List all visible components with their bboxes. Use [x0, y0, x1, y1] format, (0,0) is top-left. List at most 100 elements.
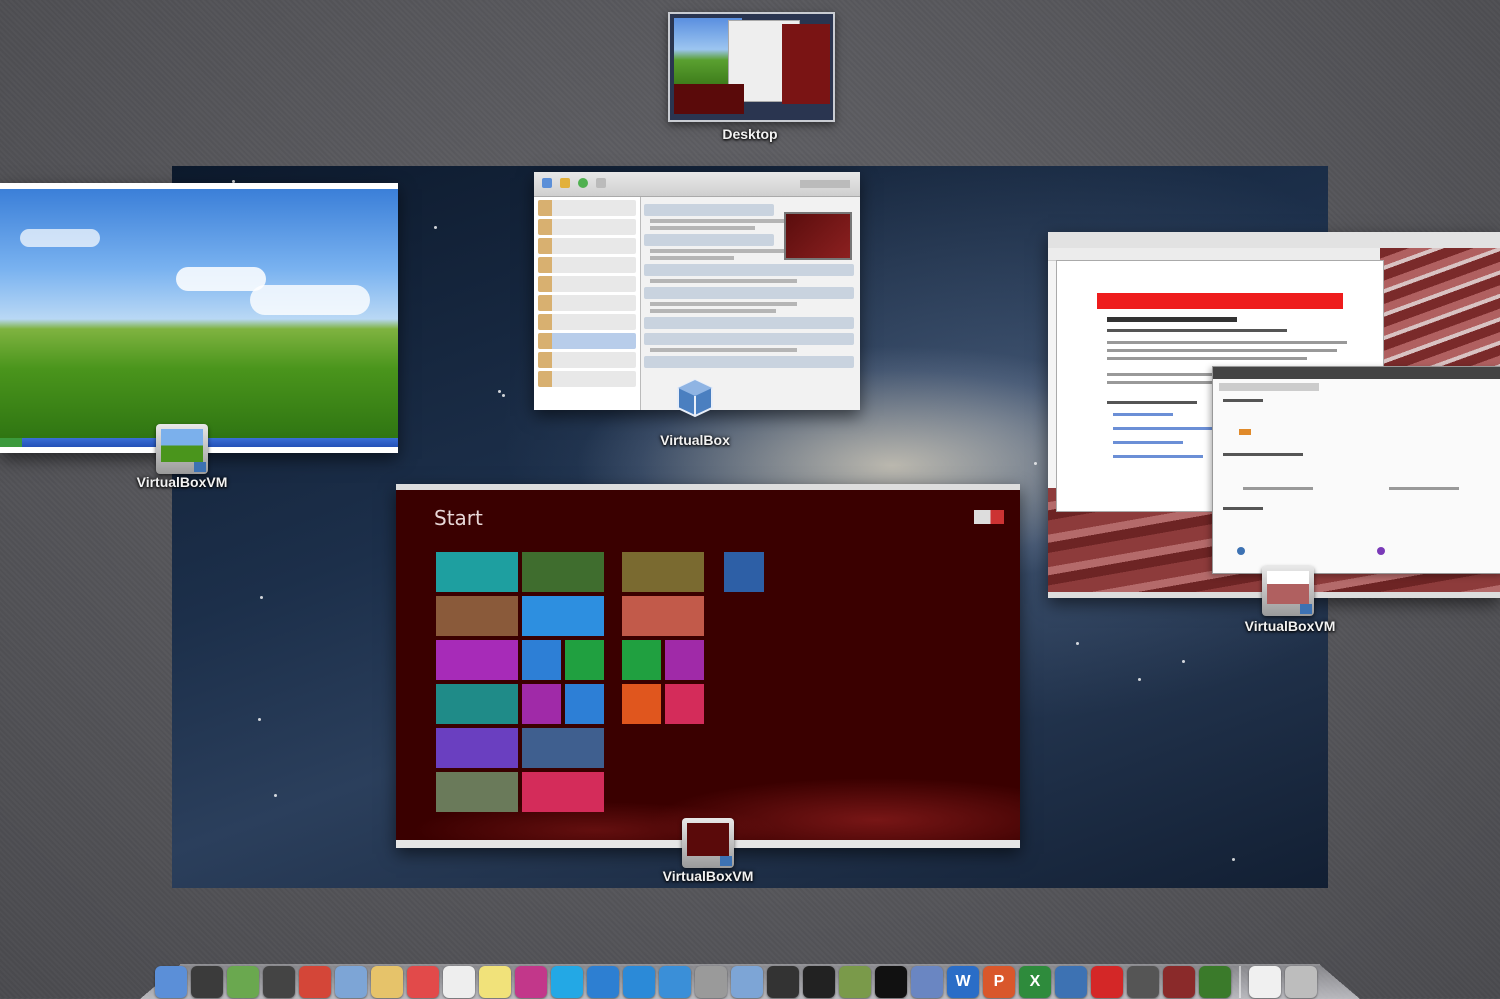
- cloud: [250, 285, 370, 315]
- vm-list-item[interactable]: [538, 200, 636, 216]
- ie-tile[interactable]: [522, 640, 561, 680]
- details-toggle[interactable]: [800, 180, 850, 188]
- messaging-tile[interactable]: [436, 640, 518, 680]
- console-icon[interactable]: [803, 966, 835, 998]
- system-info-icon[interactable]: [731, 966, 763, 998]
- news-tile[interactable]: [522, 772, 604, 812]
- oracle-icon[interactable]: [1091, 966, 1123, 998]
- photos-tile[interactable]: [522, 684, 561, 724]
- textedit-icon[interactable]: [443, 966, 475, 998]
- vm-list-item[interactable]: [538, 371, 636, 387]
- preview-icon[interactable]: [335, 966, 367, 998]
- radio-option[interactable]: [1237, 547, 1245, 555]
- sports-tile[interactable]: [522, 728, 604, 768]
- activity-monitor-icon[interactable]: [767, 966, 799, 998]
- skydrive-tile[interactable]: [565, 684, 604, 724]
- stickies-icon[interactable]: [479, 966, 511, 998]
- w8-user-avatar[interactable]: [974, 510, 1004, 524]
- games-tile[interactable]: [622, 640, 661, 680]
- vm-thumb-icon-3[interactable]: [1199, 966, 1231, 998]
- food-tile[interactable]: [622, 596, 704, 636]
- notes-icon[interactable]: [371, 966, 403, 998]
- calendar-icon[interactable]: [407, 966, 439, 998]
- video-tile[interactable]: [665, 684, 704, 724]
- xp-vm-window[interactable]: [0, 183, 398, 453]
- vm-list-item[interactable]: [538, 219, 636, 235]
- star: [260, 596, 263, 599]
- vm-list-item-selected[interactable]: [538, 333, 636, 349]
- star: [502, 394, 505, 397]
- camera-tile[interactable]: [665, 640, 704, 680]
- gem-icon[interactable]: [515, 966, 547, 998]
- help-link[interactable]: [1113, 441, 1183, 444]
- excel-icon[interactable]: X: [1019, 966, 1051, 998]
- vm-list-item[interactable]: [538, 352, 636, 368]
- start-vm-icon[interactable]: [578, 178, 588, 188]
- vm-preview-thumbnail: [784, 212, 852, 260]
- thumb-oracle-window: [782, 24, 830, 104]
- discard-icon[interactable]: [596, 178, 606, 188]
- xbox-tile[interactable]: [522, 552, 604, 592]
- help-link[interactable]: [1113, 455, 1203, 458]
- trash-icon[interactable]: [1285, 966, 1317, 998]
- automator-icon[interactable]: [227, 966, 259, 998]
- app-store-icon[interactable]: [587, 966, 619, 998]
- dashboard-icon[interactable]: [191, 966, 223, 998]
- skype-icon[interactable]: [551, 966, 583, 998]
- help-link[interactable]: [1113, 427, 1223, 430]
- desktop-tile[interactable]: [724, 552, 764, 592]
- detail-line: [650, 279, 797, 283]
- xcode-icon[interactable]: [911, 966, 943, 998]
- vm-list-item[interactable]: [538, 295, 636, 311]
- vbox-toolbar: [534, 172, 860, 197]
- calendar-tile[interactable]: [522, 596, 604, 636]
- vm-list-item[interactable]: [538, 257, 636, 273]
- new-vm-icon[interactable]: [542, 178, 552, 188]
- virtualbox-icon[interactable]: [1055, 966, 1087, 998]
- dialog-section-heading: [1223, 453, 1303, 456]
- vm-thumb-icon-2[interactable]: [1163, 966, 1195, 998]
- cloud: [176, 267, 266, 291]
- bing-tile[interactable]: [622, 552, 704, 592]
- powerpoint-icon[interactable]: P: [983, 966, 1015, 998]
- desktop-space-thumbnail[interactable]: [668, 12, 835, 122]
- twitter-icon[interactable]: [623, 966, 655, 998]
- photo-booth-icon[interactable]: [263, 966, 295, 998]
- star: [258, 718, 261, 721]
- vm-list-item[interactable]: [538, 238, 636, 254]
- detail-line: [650, 348, 797, 352]
- maps-tile[interactable]: [436, 684, 518, 724]
- weather-tile[interactable]: [436, 728, 518, 768]
- text-line: [1107, 357, 1307, 360]
- virtualbox-manager-window[interactable]: [534, 172, 860, 410]
- terminal-icon[interactable]: [875, 966, 907, 998]
- oracle-linux-vm-window[interactable]: [1048, 232, 1500, 598]
- settings-icon[interactable]: [560, 178, 570, 188]
- help-link[interactable]: [1113, 413, 1173, 416]
- detail-line: [650, 219, 797, 223]
- windows8-vm-window[interactable]: Start: [396, 484, 1020, 848]
- music-tile[interactable]: [622, 684, 661, 724]
- vm-list-item[interactable]: [538, 314, 636, 330]
- dialog-tabs[interactable]: [1219, 383, 1319, 391]
- radio-option[interactable]: [1377, 547, 1385, 555]
- ol-settings-dialog[interactable]: [1212, 366, 1500, 574]
- store-tile[interactable]: [565, 640, 604, 680]
- document-icon[interactable]: [1249, 966, 1281, 998]
- people-tile[interactable]: [436, 596, 518, 636]
- safari-icon[interactable]: [659, 966, 691, 998]
- vm-list-item[interactable]: [538, 276, 636, 292]
- keychain-icon[interactable]: [695, 966, 727, 998]
- chrome-icon[interactable]: [299, 966, 331, 998]
- details-section-usb: [644, 356, 854, 368]
- word-icon[interactable]: W: [947, 966, 979, 998]
- xp-start-button[interactable]: [0, 438, 22, 447]
- travel-tile[interactable]: [436, 772, 518, 812]
- details-section-network: [644, 333, 854, 345]
- star: [434, 226, 437, 229]
- vm-thumb-icon[interactable]: [1127, 966, 1159, 998]
- finder-icon[interactable]: [155, 966, 187, 998]
- grapher-icon[interactable]: [839, 966, 871, 998]
- vm-screen-preview: [1267, 571, 1309, 604]
- mail-tile[interactable]: [436, 552, 518, 592]
